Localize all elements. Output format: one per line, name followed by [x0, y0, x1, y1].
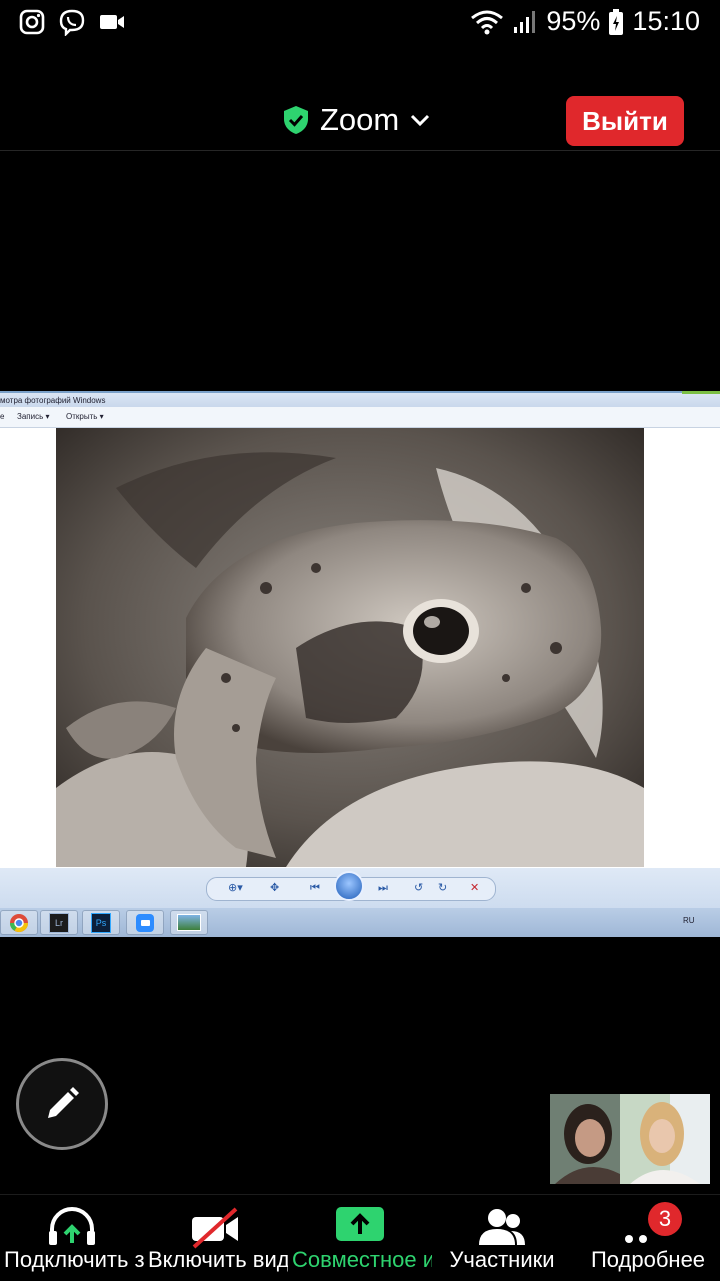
- participants-label: Участники: [449, 1247, 555, 1272]
- menu-item: е: [0, 412, 5, 421]
- share-indicator: [682, 391, 720, 394]
- viber-icon: [59, 9, 85, 36]
- leave-button[interactable]: Выйти: [566, 96, 684, 146]
- start-video-label: Включить видео: [148, 1247, 288, 1272]
- wifi-icon: [471, 10, 504, 34]
- menu-item-record: Запись ▾: [17, 412, 50, 421]
- participants-icon: [479, 1209, 525, 1245]
- share-screen-button[interactable]: Совместное использование: [288, 1195, 432, 1281]
- clock: 15:10: [632, 6, 700, 36]
- chrome-icon: [9, 913, 29, 932]
- battery-icon: [609, 8, 624, 35]
- rotate-left-icon[interactable]: ↺: [414, 880, 423, 896]
- frog-photo: [56, 428, 644, 867]
- annotate-button[interactable]: [16, 1058, 108, 1150]
- video-off-icon: [192, 1207, 238, 1249]
- window-title: мотра фотографий Windows: [0, 396, 106, 405]
- taskbar-photoshop-icon[interactable]: Ps: [82, 910, 120, 935]
- meeting-title: Zoom: [320, 102, 400, 137]
- viewer-controls: ⊕▾ ✥ ⏮ ⏭ ↺ ↻ ✕: [0, 868, 720, 908]
- join-audio-button[interactable]: Подключить звук: [0, 1195, 144, 1281]
- share-screen-icon: [336, 1207, 384, 1241]
- start-video-button[interactable]: Включить видео: [144, 1195, 288, 1281]
- headphones-icon: [49, 1207, 95, 1245]
- status-bar: 95% 15:10: [0, 0, 720, 48]
- windows-taskbar: Lr Ps RU: [0, 908, 720, 937]
- zoom-video-icon: [100, 15, 124, 29]
- pencil-icon: [48, 1087, 79, 1118]
- slideshow-button[interactable]: [334, 871, 364, 901]
- shield-check-icon: [284, 106, 308, 134]
- window-menu: е Запись ▾ Открыть ▾: [0, 407, 720, 428]
- more-button[interactable]: Подробнее: [576, 1195, 720, 1281]
- video-feed: [550, 1094, 710, 1184]
- join-audio-label: Подключить звук: [4, 1247, 144, 1272]
- meeting-title-button[interactable]: Zoom: [282, 102, 431, 138]
- shared-screen: мотра фотографий Windows е Запись ▾ Откр…: [0, 391, 720, 937]
- share-screen-label: Совместное использование: [292, 1247, 432, 1272]
- taskbar-chrome-icon[interactable]: [0, 910, 38, 935]
- meeting-toolbar: Подключить звук Включить видео Совместно…: [0, 1194, 720, 1281]
- more-label: Подробнее: [590, 1247, 706, 1272]
- instagram-icon: [19, 9, 45, 35]
- signal-icon: [514, 10, 536, 33]
- taskbar-zoom-icon[interactable]: [126, 910, 164, 935]
- participants-button[interactable]: Участники: [430, 1195, 574, 1281]
- self-video-thumbnail[interactable]: [550, 1094, 710, 1184]
- rotate-right-icon[interactable]: ↻: [438, 880, 447, 896]
- window-titlebar: мотра фотографий Windows: [0, 391, 720, 407]
- meeting-header: Zoom Выйти: [0, 90, 720, 151]
- delete-icon[interactable]: ✕: [470, 880, 479, 896]
- battery-percent: 95%: [546, 6, 601, 36]
- photo-viewport: [0, 428, 720, 868]
- zoom-icon[interactable]: ⊕▾: [228, 880, 243, 896]
- taskbar-lightroom-icon[interactable]: Lr: [40, 910, 78, 935]
- taskbar-photo-viewer-icon[interactable]: [170, 910, 208, 935]
- chevron-down-icon: [411, 114, 430, 127]
- language-indicator: RU: [683, 916, 695, 925]
- next-icon[interactable]: ⏭: [378, 880, 388, 896]
- notification-badge: 3: [648, 1202, 682, 1236]
- menu-item-open: Открыть ▾: [66, 412, 104, 421]
- fit-icon[interactable]: ✥: [270, 880, 279, 896]
- previous-icon[interactable]: ⏮: [310, 880, 320, 896]
